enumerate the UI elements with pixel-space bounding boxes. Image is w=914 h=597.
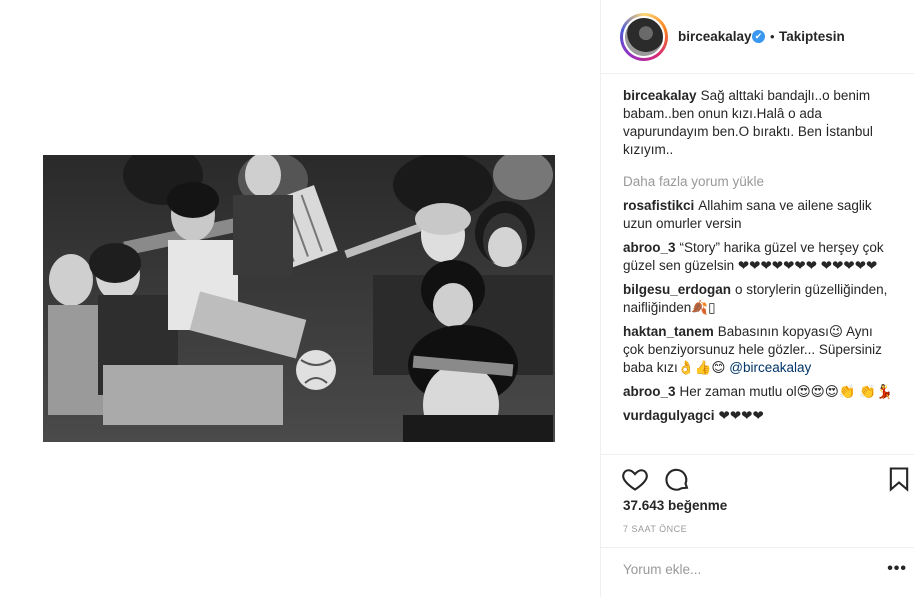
post-timestamp[interactable]: 7 SAAT ÖNCE bbox=[623, 524, 687, 534]
more-options-icon[interactable]: ••• bbox=[887, 560, 907, 578]
heart-icon[interactable] bbox=[621, 465, 649, 493]
comment-username[interactable]: haktan_tanem bbox=[623, 324, 714, 339]
story-ring[interactable] bbox=[620, 13, 668, 61]
add-comment-section: ••• bbox=[601, 547, 914, 597]
comment: abroo_3 Her zaman mutlu ol😍😍😍👏 👏💃 bbox=[623, 383, 895, 401]
comment-mention-link[interactable]: @birceakalay bbox=[729, 360, 811, 375]
post-header: birceakalay ✔ • Takiptesin bbox=[601, 0, 914, 74]
author-username[interactable]: birceakalay bbox=[678, 29, 752, 44]
black-and-white-crowd-photo bbox=[43, 155, 555, 442]
comment: abroo_3 “Story” harika güzel ve herşey ço… bbox=[623, 239, 895, 275]
follow-status-button[interactable]: Takiptesin bbox=[779, 29, 845, 44]
comment-username[interactable]: rosafistikci bbox=[623, 198, 694, 213]
caption: birceakalay Sağ alttaki bandajlı..o benim… bbox=[623, 87, 895, 159]
likes-count[interactable]: 37.643 beğenme bbox=[623, 498, 727, 513]
header-separator: • bbox=[770, 29, 775, 44]
caption-username[interactable]: birceakalay bbox=[623, 88, 697, 103]
post-side-panel: birceakalay ✔ • Takiptesin birceakalay Sa… bbox=[600, 0, 914, 597]
verified-badge-icon: ✔ bbox=[752, 30, 765, 43]
comment: rosafistikci Allahim sana ve ailene sagli… bbox=[623, 197, 895, 233]
comment: bilgesu_erdogan o storylerin güzelliğinde… bbox=[623, 281, 895, 317]
comment-text: ❤❤❤❤ bbox=[718, 408, 764, 423]
comment: vurdagulyagci ❤❤❤❤ bbox=[623, 407, 895, 425]
comment-username[interactable]: abroo_3 bbox=[623, 384, 676, 399]
post-photo[interactable] bbox=[43, 155, 555, 442]
comment-input[interactable] bbox=[623, 562, 873, 577]
comment-username[interactable]: bilgesu_erdogan bbox=[623, 282, 731, 297]
action-bar bbox=[601, 454, 914, 504]
bookmark-icon[interactable] bbox=[885, 465, 913, 493]
comment-text: Her zaman mutlu ol😍😍😍👏 👏💃 bbox=[679, 384, 893, 399]
comment-bubble-icon[interactable] bbox=[663, 465, 691, 493]
comment-username[interactable]: abroo_3 bbox=[623, 240, 676, 255]
comment: haktan_tanem Babasının kopyası😉 Aynı çok … bbox=[623, 323, 895, 377]
instagram-post: birceakalay ✔ • Takiptesin birceakalay Sa… bbox=[0, 0, 914, 597]
media-area bbox=[0, 0, 600, 597]
avatar[interactable] bbox=[623, 16, 665, 58]
comments-list[interactable]: birceakalay Sağ alttaki bandajlı..o benim… bbox=[623, 87, 895, 453]
comment-username[interactable]: vurdagulyagci bbox=[623, 408, 715, 423]
load-more-comments-link[interactable]: Daha fazla yorum yükle bbox=[623, 173, 895, 191]
